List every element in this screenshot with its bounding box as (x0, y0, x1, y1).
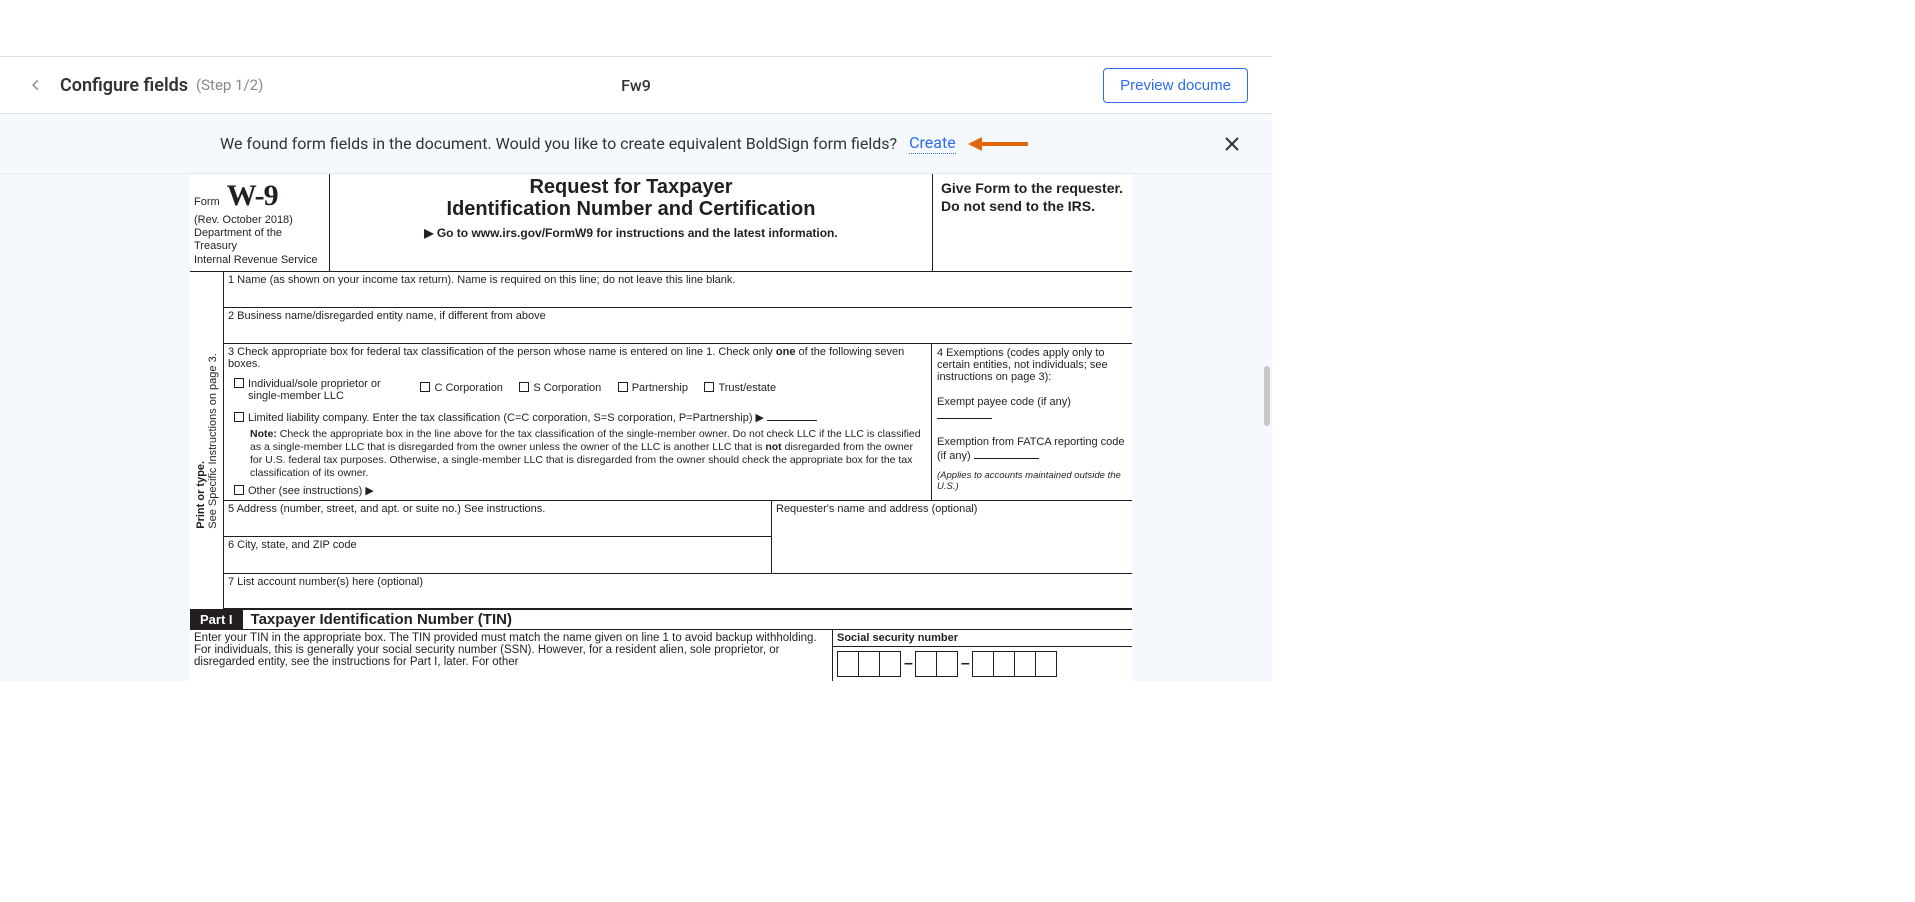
w9-line7: 7 List account number(s) here (optional) (224, 573, 1132, 609)
checkbox-individual[interactable] (234, 378, 244, 388)
ssn-cell[interactable] (972, 651, 994, 677)
w9-form-id-block: Form W-9 (Rev. October 2018) Department … (190, 174, 330, 271)
topbar: Configure fields (Step 1/2) Fw9 Preview … (0, 56, 1272, 114)
w9-header: Form W-9 (Rev. October 2018) Department … (190, 174, 1132, 272)
w9-line3: 3 Check appropriate box for federal tax … (224, 344, 932, 501)
ssn-cell[interactable] (915, 651, 937, 677)
w9-body: Print or type.See Specific Instructions … (190, 272, 1132, 610)
banner-message: We found form fields in the document. Wo… (220, 134, 897, 153)
form-code: W-9 (227, 178, 278, 214)
side-print: Print or type. (195, 460, 207, 528)
form-title-l2: Identification Number and Certification (336, 198, 926, 220)
step-indicator: (Step 1/2) (196, 76, 263, 94)
exempt-payee-blank[interactable] (937, 408, 992, 419)
ssn-box: Social security number – – (832, 630, 1132, 681)
form-goto: ▶ Go to www.irs.gov/FormW9 for instructi… (336, 226, 926, 240)
chevron-left-icon (29, 78, 43, 92)
app-root: Configure fields (Step 1/2) Fw9 Preview … (0, 56, 1272, 681)
ssn-cell[interactable] (858, 651, 880, 677)
close-banner-button[interactable] (1222, 134, 1242, 154)
llc-note-lead: Note: (250, 428, 277, 440)
exempt-payee: Exempt payee code (if any) (937, 396, 1071, 408)
part1-header: Part I Taxpayer Identification Number (TI… (190, 609, 1132, 630)
document-name: Fw9 (621, 76, 651, 95)
form-title-l1: Request for Taxpayer (336, 176, 926, 198)
side-see: See Specific Instructions on page 3. (207, 353, 219, 529)
part1-badge: Part I (190, 610, 243, 629)
opt-trust: Trust/estate (718, 382, 776, 394)
page-title: Configure fields (60, 75, 188, 96)
w9-line5: 5 Address (number, street, and apt. or s… (224, 501, 771, 537)
close-icon (1225, 137, 1239, 151)
back-button[interactable] (24, 73, 48, 97)
opt-scorp: S Corporation (533, 382, 601, 394)
ssn-dash: – (901, 651, 916, 677)
tin-text: Enter your TIN in the appropriate box. T… (190, 630, 832, 681)
ssn-cell[interactable] (936, 651, 958, 677)
opt-other: Other (see instructions) ▶ (248, 485, 374, 497)
opt-ccorp: C Corporation (434, 382, 502, 394)
checkbox-other[interactable] (234, 485, 244, 495)
line3-lead: 3 Check appropriate box for federal tax … (228, 346, 776, 358)
document-canvas[interactable]: Form W-9 (Rev. October 2018) Department … (0, 174, 1272, 681)
w9-side-label: Print or type.See Specific Instructions … (190, 272, 224, 610)
w9-line6: 6 City, state, and ZIP code (224, 537, 771, 573)
ssn-label: Social security number (833, 630, 1132, 647)
opt-llc: Limited liability company. Enter the tax… (248, 412, 764, 424)
ssn-cell[interactable] (1014, 651, 1036, 677)
ssn-cell[interactable] (879, 651, 901, 677)
part1-title: Taxpayer Identification Number (TIN) (251, 611, 512, 628)
dept-line2: Internal Revenue Service (194, 254, 323, 267)
w9-line4: 4 Exemptions (codes apply only to certai… (932, 344, 1132, 501)
ssn-cells: – – (833, 647, 1132, 681)
checkbox-partnership[interactable] (618, 382, 628, 392)
fatca-note: (Applies to accounts maintained outside … (932, 464, 1132, 498)
preview-document-button[interactable]: Preview docume (1103, 68, 1248, 103)
ssn-cell[interactable] (993, 651, 1015, 677)
exemptions-lead: 4 Exemptions (codes apply only to certai… (932, 344, 1132, 386)
opt-individual: Individual/sole proprietor or single-mem… (248, 378, 398, 402)
vertical-scrollbar[interactable] (1264, 366, 1270, 426)
w9-line2: 2 Business name/disregarded entity name,… (224, 308, 1132, 344)
ssn-dash: – (958, 651, 973, 677)
llc-note-not: not (765, 441, 781, 453)
ssn-cell[interactable] (1035, 651, 1057, 677)
w9-title-block: Request for Taxpayer Identification Numb… (330, 174, 932, 271)
annotation-arrow-icon (968, 135, 1028, 153)
line3-one: one (776, 346, 796, 358)
document-name-wrap: Fw9 (0, 76, 1272, 95)
create-fields-link[interactable]: Create (909, 133, 956, 154)
checkbox-llc[interactable] (234, 412, 244, 422)
checkbox-scorp[interactable] (519, 382, 529, 392)
fields-detected-banner: We found form fields in the document. Wo… (0, 114, 1272, 174)
w9-field-grid: 1 Name (as shown on your income tax retu… (224, 272, 1132, 610)
ssn-cell[interactable] (837, 651, 859, 677)
form-word: Form (194, 196, 220, 208)
w9-give-form: Give Form to the requester. Do not send … (932, 174, 1132, 271)
tin-section: Enter your TIN in the appropriate box. T… (190, 630, 1132, 681)
checkbox-trust[interactable] (704, 382, 714, 392)
requester-block: Requester's name and address (optional) (772, 501, 1132, 573)
w9-line1: 1 Name (as shown on your income tax retu… (224, 272, 1132, 308)
fatca-blank[interactable] (974, 448, 1039, 459)
checkbox-ccorp[interactable] (420, 382, 430, 392)
opt-partnership: Partnership (632, 382, 688, 394)
dept-line1: Department of the Treasury (194, 227, 323, 253)
llc-class-blank[interactable] (767, 410, 817, 421)
document-page: Form W-9 (Rev. October 2018) Department … (190, 174, 1132, 681)
form-revision: (Rev. October 2018) (194, 214, 323, 227)
